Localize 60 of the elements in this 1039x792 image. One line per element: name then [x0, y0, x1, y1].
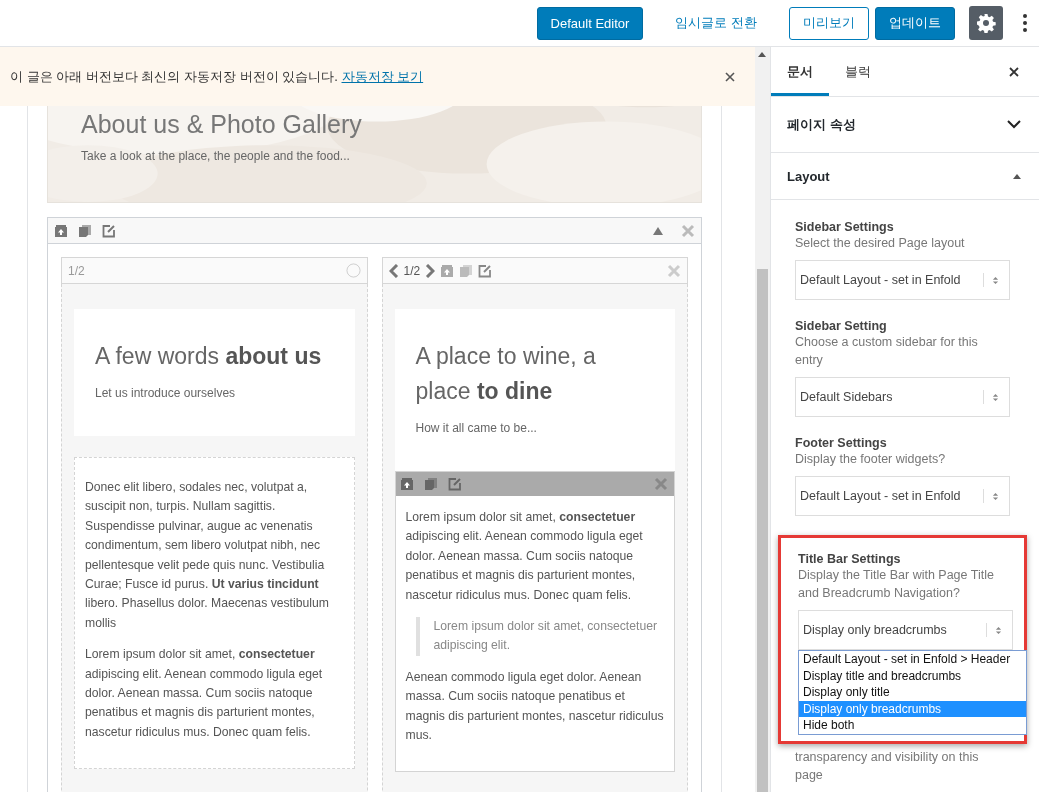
hero-subtitle: Take a look at the place, the people and the food...	[81, 149, 351, 163]
settings-button[interactable]	[969, 6, 1003, 40]
scrollbar[interactable]	[755, 47, 770, 792]
settings-icon	[976, 13, 996, 33]
paragraph: Donec elit libero, sodales nec, volutpat a, suscipit non, turpis. Nullam sagittis. Suspendisse pulvinar, augue ac venenatis condimentum, sem libero volutpat nibh, nec pellentesque velit pede quis nunc. Vestibulia Curae; Fusce id purus. Ut varius tincidunt libero. Phasellus dolor. Maecenas vestibulum mollis	[85, 479, 330, 632]
notice-text: 이 글은 아래 버전보다 최신의 자동저장 버전이 있습니다. 자동저장 보기	[10, 67, 425, 86]
column-width: 1/2	[403, 263, 421, 278]
heading-title: A few words about us	[95, 342, 323, 371]
toolbar-button[interactable]: 미리보기	[789, 6, 869, 40]
setting-description: Display the Title Bar with Page Title and Breadcrumb Navigation?	[798, 567, 995, 602]
blockquote: Lorem ipsum dolor sit amet, consectetuer adipiscing elit.	[415, 617, 664, 656]
close-icon[interactable]	[725, 71, 735, 82]
triangle-up-icon[interactable]	[653, 226, 663, 235]
up-down-arrows-icon	[995, 624, 1002, 636]
up-down-arrows-icon	[992, 391, 999, 403]
up-down-arrows-icon	[992, 274, 999, 286]
toolbar-button[interactable]: 업데이트	[875, 6, 955, 40]
close-icon[interactable]	[1009, 66, 1019, 77]
setting-description: transparency and visibility on this page	[795, 748, 980, 784]
heading-subtitle: Let us introduce ourselves	[95, 386, 237, 400]
chevron-left-icon[interactable]	[388, 263, 399, 278]
copy-icon[interactable]	[423, 477, 438, 491]
setting-label: Sidebar Setting	[795, 319, 888, 333]
select-field[interactable]: Default Layout - set in Enfold	[795, 260, 1010, 300]
edit-icon[interactable]	[102, 223, 116, 238]
select-field[interactable]: Default Layout - set in Enfold	[795, 476, 1010, 516]
upload-box-icon[interactable]	[399, 477, 414, 491]
edit-icon[interactable]	[447, 477, 462, 491]
column-width: 1/2	[68, 263, 85, 278]
autosave-link[interactable]: 자동저장 보기	[341, 68, 424, 84]
paragraph: Lorem ipsum dolor sit amet, consectetuer adipiscing elit. Aenean commodo ligula eget dolor. Aenean massa. Cum sociis natoque penatibus et magnis dis parturient montes, nascetur ridiculus mus. Donec quam felis.	[405, 509, 644, 604]
up-down-arrows-icon	[992, 490, 999, 502]
dropdown-option[interactable]: Display title and breadcrumbs	[799, 667, 1026, 684]
copy-icon[interactable]	[78, 223, 92, 238]
setting-label: Title Bar Settings	[798, 552, 902, 566]
edit-icon[interactable]	[478, 263, 493, 278]
triangle-up-icon	[1013, 173, 1021, 179]
chevron-down-icon	[1007, 120, 1021, 129]
dropdown-option[interactable]: Display only title	[799, 684, 1026, 701]
paragraph: Aenean commodo ligula eget dolor. Aenean massa. Cum sociis natoque penatibus et magnis dis parturient montes, nascetur ridiculus mus.	[405, 668, 664, 745]
upload-box-icon[interactable]	[54, 223, 68, 238]
select-field[interactable]: Default Sidebars	[795, 377, 1010, 417]
chevron-right-icon[interactable]	[425, 263, 436, 278]
setting-label: Sidebar Settings	[795, 220, 895, 234]
more-options-icon[interactable]	[1023, 14, 1027, 32]
setting-description: Display the footer widgets?	[795, 451, 947, 468]
hero-title: About us & Photo Gallery	[81, 110, 363, 139]
setting-description: Choose a custom sidebar for this entry	[795, 334, 979, 369]
heading-subtitle: How it all came to be...	[415, 421, 538, 435]
select-field[interactable]: Display only breadcrumbs	[798, 610, 1013, 650]
scroll-up-icon[interactable]	[758, 52, 766, 57]
sidebar-tab[interactable]: 블럭	[829, 47, 887, 96]
toolbar-button[interactable]: Default Editor	[536, 6, 644, 40]
dropdown-option[interactable]: Hide both	[799, 717, 1026, 734]
setting-description: Select the desired Page layout	[795, 235, 966, 252]
dropdown-option[interactable]: Default Layout - set in Enfold > Header	[799, 651, 1026, 668]
heading-title: A place to wine, a place to dine	[415, 342, 597, 406]
setting-label: Footer Settings	[795, 436, 888, 450]
draft-link[interactable]: 임시글로 전환	[663, 6, 769, 40]
paragraph: Lorem ipsum dolor sit amet, consectetuer adipiscing elit. Aenean commodo ligula eget dolor. Aenean massa. Cum sociis natoque penatibus et magnis dis parturient montes, nascetur ridiculus mus. Donec quam felis.	[85, 646, 324, 741]
